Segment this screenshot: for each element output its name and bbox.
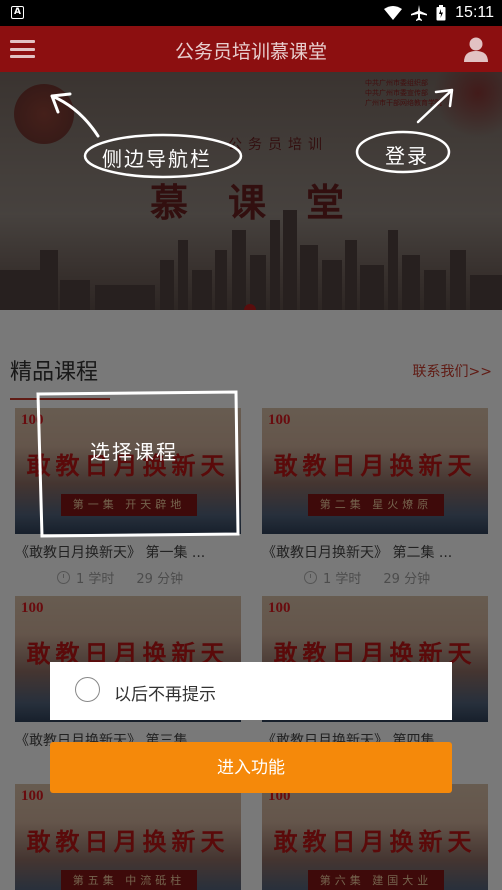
dont-show-again-popup: 以后不再提示 <box>50 662 452 720</box>
app-title: 公务员培训慕课堂 <box>174 41 327 63</box>
dont-show-again-checkbox[interactable] <box>75 677 100 702</box>
dont-show-again-label[interactable]: 以后不再提示 <box>114 680 216 705</box>
user-icon[interactable] <box>464 36 488 62</box>
app-header: 公务员培训慕课堂 <box>0 26 502 72</box>
select-hint-label: 选择课程 <box>90 440 178 464</box>
clock-time: 15:11 <box>455 4 494 21</box>
airplane-icon <box>411 5 428 21</box>
wifi-icon <box>384 6 403 20</box>
app-notification-icon: A <box>11 6 24 19</box>
login-hint-label: 登录 <box>385 144 429 168</box>
sidebar-arrow-icon <box>50 92 100 138</box>
login-arrow-icon <box>416 88 454 124</box>
enter-function-button[interactable]: 进入功能 <box>50 742 452 793</box>
sidebar-hint-label: 侧边导航栏 <box>102 147 212 171</box>
status-bar: A 15:11 <box>0 0 502 26</box>
battery-icon <box>436 5 446 21</box>
status-icons: 15:11 <box>384 0 494 26</box>
